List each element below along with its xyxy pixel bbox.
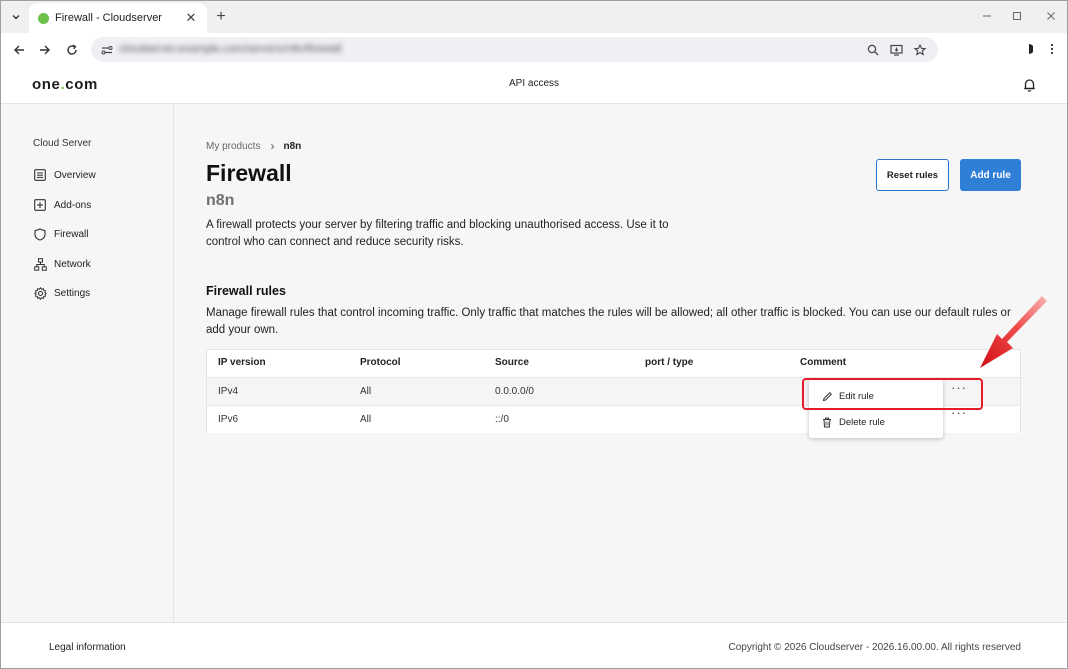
tab-bar: Firewall - Cloudserver ✕ + <box>1 1 1067 33</box>
breadcrumb-my-products[interactable]: My products <box>206 141 260 152</box>
sidebar-item-settings[interactable]: Settings <box>33 284 90 302</box>
network-icon <box>33 257 47 271</box>
copyright-text: Copyright © 2026 Cloudserver - 2026.16.0… <box>728 642 1021 653</box>
breadcrumb-current: n8n <box>283 140 302 152</box>
footer: Legal information Copyright © 2026 Cloud… <box>1 622 1067 668</box>
sidebar-item-label: Overview <box>54 169 96 181</box>
annotation-arrow-icon <box>980 296 1047 368</box>
sidebar-item-label: Firewall <box>54 228 89 240</box>
column-header: Comment <box>800 357 847 368</box>
cell-ip-version: IPv4 <box>218 386 239 397</box>
breadcrumb-separator: › <box>270 139 275 153</box>
favicon-icon <box>38 12 49 24</box>
browser-toolbar: cloudserver.example.com/servers/n8n/fire… <box>1 33 1067 66</box>
bell-icon[interactable] <box>1019 75 1039 95</box>
gear-icon <box>33 286 47 300</box>
sidebar-item-add-ons[interactable]: Add-ons <box>33 196 91 214</box>
list-icon <box>33 168 47 182</box>
delete-rule-menu-item[interactable]: Delete rule <box>809 409 943 435</box>
highlight-box <box>802 378 983 410</box>
rules-description: Manage firewall rules that control incom… <box>206 307 1011 336</box>
sidebar-title: Cloud Server <box>33 138 92 149</box>
column-header: IP version <box>218 357 266 368</box>
page-description: A firewall protects your server by filte… <box>206 219 669 248</box>
cell-ip-version: IPv6 <box>218 414 239 425</box>
delete-rule-label: Delete rule <box>839 416 885 428</box>
browser-tab[interactable]: Firewall - Cloudserver ✕ <box>29 3 207 33</box>
rules-heading: Firewall rules <box>206 284 286 298</box>
tab-search-icon[interactable] <box>6 7 26 27</box>
back-icon[interactable] <box>9 40 29 60</box>
address-bar[interactable]: cloudserver.example.com/servers/n8n/fire… <box>91 37 938 62</box>
bookmark-star-icon[interactable] <box>911 41 928 58</box>
sidebar-item-network[interactable]: Network <box>33 255 91 273</box>
sidebar-item-firewall[interactable]: Firewall <box>33 225 88 243</box>
sidebar-item-label: Add-ons <box>54 199 92 211</box>
cell-source: 0.0.0.0/0 <box>495 386 534 397</box>
legal-information-link[interactable]: Legal information <box>49 642 126 653</box>
browser-window: Firewall - Cloudserver ✕ + cloudserver.e… <box>0 0 1068 669</box>
zoom-icon[interactable] <box>864 41 881 58</box>
page-subtitle: n8n <box>206 192 235 209</box>
cell-protocol: All <box>360 386 372 397</box>
maximize-icon[interactable] <box>1006 6 1028 26</box>
url-text: cloudserver.example.com/servers/n8n/fire… <box>119 43 342 55</box>
page-title: Firewall <box>206 160 292 186</box>
shield-icon <box>33 227 47 241</box>
close-window-icon[interactable] <box>1040 6 1062 26</box>
minimize-icon[interactable] <box>976 6 998 26</box>
browser-menu-icon[interactable] <box>1042 39 1062 59</box>
cell-source: ::/0 <box>495 414 509 425</box>
app-header: one.com API access <box>1 66 1067 104</box>
breadcrumb: My products › n8n <box>206 139 301 153</box>
cast-icon[interactable] <box>888 41 905 58</box>
cell-protocol: All <box>360 414 372 425</box>
sidebar: Cloud Server Overview Add-ons Firewall N… <box>1 104 174 622</box>
sidebar-item-overview[interactable]: Overview <box>33 166 96 184</box>
sidebar-item-label: Settings <box>54 287 91 299</box>
profile-icon[interactable] <box>1020 39 1040 59</box>
new-tab-button[interactable]: + <box>212 8 230 26</box>
column-header: Protocol <box>360 357 401 368</box>
column-header: Source <box>495 357 529 368</box>
site-info-icon[interactable] <box>99 42 114 57</box>
add-rule-button[interactable]: Add rule <box>960 159 1021 191</box>
api-access-link[interactable]: API access <box>1 78 1067 89</box>
plus-square-icon <box>33 198 47 212</box>
column-header: port / type <box>645 357 694 368</box>
close-tab-icon[interactable]: ✕ <box>183 10 199 26</box>
main-content: My products › n8n Firewall n8n A firewal… <box>175 104 1067 622</box>
reload-icon[interactable] <box>62 40 82 60</box>
reset-rules-button[interactable]: Reset rules <box>876 159 949 191</box>
tab-title: Firewall - Cloudserver <box>55 12 162 24</box>
forward-icon[interactable] <box>35 40 55 60</box>
trash-icon <box>821 416 833 428</box>
sidebar-item-label: Network <box>54 258 91 270</box>
